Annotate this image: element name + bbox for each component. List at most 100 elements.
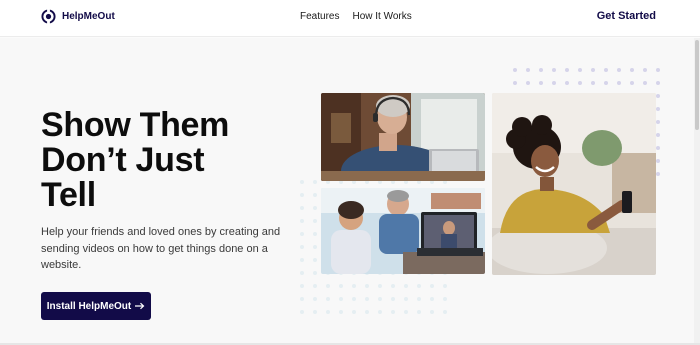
dot [552, 81, 556, 85]
dot [378, 297, 382, 301]
dot [526, 81, 530, 85]
dot [300, 219, 304, 223]
dot [352, 297, 356, 301]
dot [656, 146, 660, 150]
dot [313, 193, 317, 197]
get-started-link[interactable]: Get Started [597, 10, 656, 22]
dot [313, 245, 317, 249]
dot [656, 94, 660, 98]
dot [526, 68, 530, 72]
dot [300, 297, 304, 301]
dot [417, 310, 421, 314]
navbar: HelpMeOut Features How It Works Get Star… [0, 0, 700, 37]
dot [326, 310, 330, 314]
dot [578, 81, 582, 85]
nav-links: Features How It Works [300, 11, 412, 22]
video-call-photo [321, 188, 485, 274]
dot [656, 172, 660, 176]
dot [430, 310, 434, 314]
dot [617, 68, 621, 72]
dot [604, 81, 608, 85]
dot [300, 310, 304, 314]
dot [643, 81, 647, 85]
dot [313, 310, 317, 314]
dot [565, 68, 569, 72]
dot [313, 206, 317, 210]
dot [443, 310, 447, 314]
hero-subtext: Help your friends and loved ones by crea… [41, 226, 281, 271]
hero-headline: Show Them Don’t Just Tell [41, 108, 301, 213]
dot [339, 310, 343, 314]
dot [404, 284, 408, 288]
dot [365, 297, 369, 301]
dot [630, 81, 634, 85]
logo-text: HelpMeOut [62, 11, 115, 22]
dot [391, 310, 395, 314]
dot [539, 68, 543, 72]
dot [326, 284, 330, 288]
dot [378, 310, 382, 314]
headline-line-2: Don’t Just [41, 141, 205, 179]
dot [365, 284, 369, 288]
dot [443, 297, 447, 301]
dot [443, 284, 447, 288]
arrow-right-icon [135, 302, 145, 310]
dot [656, 107, 660, 111]
dot [313, 219, 317, 223]
dot [417, 297, 421, 301]
dot [656, 81, 660, 85]
dot [300, 180, 304, 184]
dot [300, 193, 304, 197]
dot [313, 180, 317, 184]
dot [300, 206, 304, 210]
dot [591, 68, 595, 72]
dot [300, 232, 304, 236]
dot [591, 81, 595, 85]
dot [300, 284, 304, 288]
nav-link-features[interactable]: Features [300, 11, 339, 22]
dot [430, 297, 434, 301]
dot [300, 245, 304, 249]
scrollbar-thumb[interactable] [695, 40, 699, 130]
dot [365, 310, 369, 314]
dot [339, 297, 343, 301]
dot [313, 284, 317, 288]
dot [300, 271, 304, 275]
dot [604, 68, 608, 72]
dot [578, 68, 582, 72]
dot [391, 297, 395, 301]
dot [378, 284, 382, 288]
headline-line-3: Tell [41, 176, 96, 214]
dot [391, 284, 395, 288]
dot [339, 284, 343, 288]
dot [513, 81, 517, 85]
dot [404, 297, 408, 301]
dot [643, 68, 647, 72]
headline-line-1: Show Them [41, 106, 230, 144]
dot [404, 310, 408, 314]
install-button[interactable]: Install HelpMeOut [41, 292, 151, 320]
woman-with-headset-photo [321, 93, 485, 181]
dot [552, 68, 556, 72]
nav-link-how-it-works[interactable]: How It Works [352, 11, 411, 22]
dot [656, 133, 660, 137]
dot [617, 81, 621, 85]
dot [656, 68, 660, 72]
dot [656, 159, 660, 163]
install-button-label: Install HelpMeOut [46, 300, 132, 312]
dot [417, 284, 421, 288]
dot [352, 284, 356, 288]
dot [539, 81, 543, 85]
dot [313, 258, 317, 262]
dot [300, 258, 304, 262]
dot [313, 232, 317, 236]
dot [326, 297, 330, 301]
logo-icon [41, 9, 56, 24]
dot [565, 81, 569, 85]
dot [313, 271, 317, 275]
woman-with-phone-photo [492, 93, 656, 275]
dot [430, 284, 434, 288]
logo[interactable]: HelpMeOut [41, 9, 115, 24]
dot [630, 68, 634, 72]
dot [513, 68, 517, 72]
